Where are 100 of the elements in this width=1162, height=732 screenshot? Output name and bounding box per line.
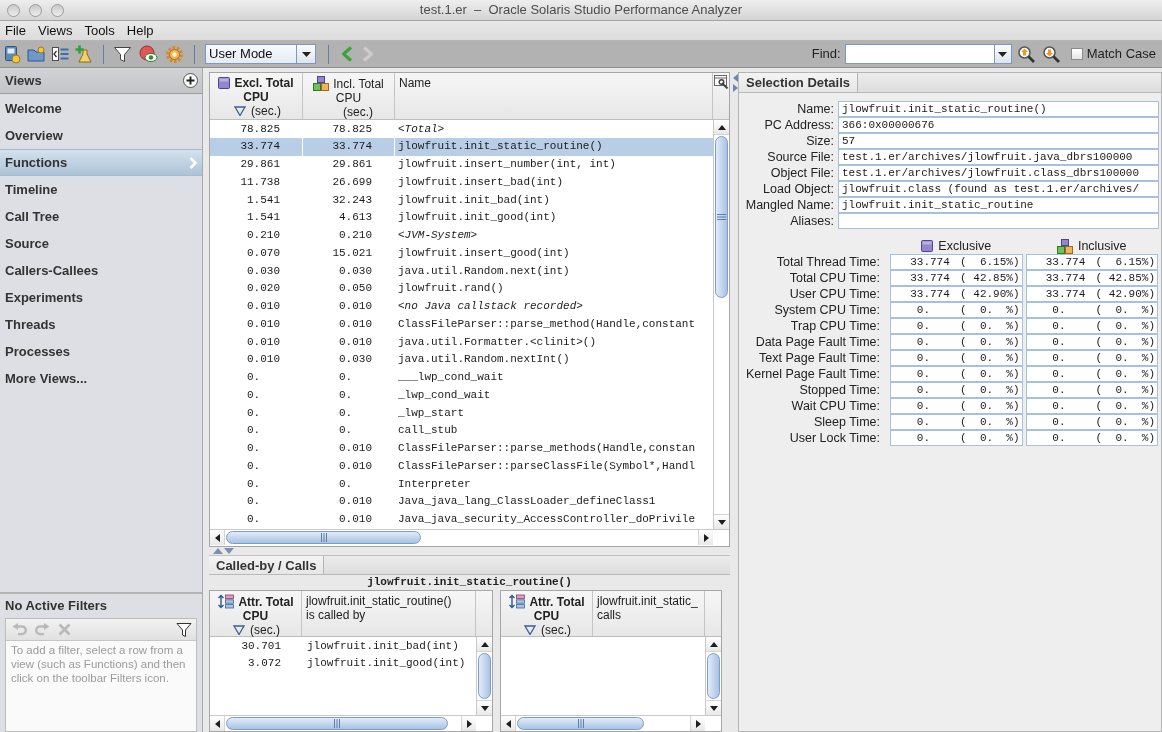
- scrollbar-thumb[interactable]: [715, 136, 728, 298]
- view-item[interactable]: Processes: [0, 338, 202, 365]
- scroll-right-button[interactable]: [698, 530, 713, 545]
- caller-row[interactable]: 3.072 jlowfruit.init_good(int): [210, 654, 476, 673]
- view-item[interactable]: Welcome: [0, 95, 202, 122]
- caller-row[interactable]: 30.701 jlowfruit.init_bad(int): [210, 637, 476, 655]
- detail-field[interactable]: jlowfruit.class (found as test.1.er/archives/: [838, 181, 1159, 197]
- column-header[interactable]: jlowfruit.init_static_ calls: [593, 591, 705, 636]
- table-cell: 0.010: [210, 333, 303, 351]
- menu-item[interactable]: Tools: [80, 21, 119, 40]
- table-cell-text: ClassFileParser::parseClassFile(Symbol*,Handl: [397, 458, 697, 474]
- detail-field[interactable]: test.1.er/archives/jlowfruit.class_dbrs100000: [838, 165, 1159, 181]
- metric-value: 0.: [916, 382, 930, 398]
- view-item[interactable]: Call Tree: [0, 203, 202, 230]
- horizontal-scrollbar[interactable]: [210, 530, 713, 545]
- table-cell: 0.: [210, 510, 303, 529]
- scroll-left-button[interactable]: [210, 530, 225, 545]
- caret-right-icon: [703, 533, 709, 542]
- menu-item[interactable]: Views: [33, 21, 77, 40]
- scroll-right-button[interactable]: [690, 716, 705, 731]
- field-label: Object File:: [770, 165, 834, 181]
- selected-function-title: jlowfruit.init_static_routine(): [367, 575, 572, 591]
- table-cell-text: jlowfruit.init_static_routine(): [397, 139, 604, 155]
- add-icon[interactable]: [183, 73, 198, 88]
- panel-tab[interactable]: Called-by / Calls: [209, 556, 325, 574]
- view-item[interactable]: Experiments: [0, 284, 202, 311]
- column-header[interactable]: Name: [395, 73, 713, 119]
- detail-field[interactable]: [838, 213, 1159, 229]
- table-cell: 0.030: [303, 262, 395, 280]
- view-item[interactable]: Overview: [0, 122, 202, 149]
- table-cell: 0.: [210, 421, 303, 440]
- view-item[interactable]: Callers-Callees: [0, 257, 202, 284]
- horizontal-scrollbar[interactable]: [210, 716, 476, 731]
- scroll-down-button[interactable]: [477, 700, 492, 715]
- detail-field[interactable]: test.1.er/archives/jlowfruit.java_dbrs100000: [838, 149, 1159, 165]
- disc-eye-icon[interactable]: [139, 44, 158, 64]
- detail-field[interactable]: jlowfruit.init_static_routine: [838, 197, 1159, 213]
- vertical-scrollbar[interactable]: [705, 637, 721, 715]
- match-case-checkbox[interactable]: [1070, 48, 1083, 60]
- metric-share: ( 42.85%): [960, 270, 1020, 286]
- vertical-scrollbar[interactable]: [476, 637, 492, 715]
- scroll-down-button[interactable]: [706, 700, 721, 715]
- view-item[interactable]: More Views...: [0, 365, 202, 392]
- view-item[interactable]: Threads: [0, 311, 202, 338]
- scrollbar-thumb[interactable]: [707, 653, 720, 699]
- table-cell-text: <Total>: [397, 121, 446, 137]
- split-list-icon[interactable]: [51, 44, 70, 64]
- filter-icon[interactable]: [176, 621, 192, 638]
- column-header[interactable]: Attr. Total CPU (sec.): [210, 591, 302, 636]
- detail-field[interactable]: jlowfruit.init_static_routine(): [838, 101, 1159, 117]
- window-zoom-icon[interactable]: [51, 3, 64, 17]
- table-cell: 0.010: [303, 492, 395, 511]
- view-item[interactable]: Timeline: [0, 176, 202, 203]
- scroll-left-button[interactable]: [210, 716, 225, 731]
- view-mode-select[interactable]: User Mode: [205, 44, 316, 64]
- column-header[interactable]: Attr. Total CPU (sec.): [501, 591, 593, 636]
- metric-share: ( 42.90%): [1095, 286, 1155, 302]
- scrollbar-thumb[interactable]: [226, 717, 448, 730]
- menu-item[interactable]: Help: [122, 21, 158, 40]
- window-close-icon[interactable]: [7, 3, 20, 17]
- scrollbar-thumb[interactable]: [478, 653, 491, 699]
- metric-share: ( 6.15%): [1095, 254, 1155, 270]
- find-previous-icon[interactable]: [1016, 44, 1036, 64]
- window-magnifier-icon[interactable]: [713, 75, 729, 89]
- flask-plus-icon[interactable]: [75, 44, 94, 64]
- filter-icon[interactable]: [113, 44, 132, 64]
- menu-item[interactable]: File: [1, 21, 30, 40]
- table-cell: 32.243: [303, 191, 395, 209]
- column-header[interactable]: jlowfruit.init_static_routine() is called by: [302, 591, 476, 636]
- metric-share: ( 0. %): [960, 302, 1020, 318]
- vertical-scrollbar[interactable]: [713, 120, 729, 529]
- detail-field[interactable]: 366:0x00000676: [838, 117, 1159, 133]
- scroll-right-button[interactable]: [461, 716, 476, 731]
- metric-value: 0.: [1052, 398, 1066, 414]
- grip-icon: [334, 719, 340, 728]
- table-cell: 0.: [210, 404, 303, 422]
- scroll-up-button[interactable]: [477, 637, 492, 652]
- column-header[interactable]: Excl. Total CPU (sec.): [210, 73, 303, 119]
- detail-field[interactable]: 57: [838, 133, 1159, 149]
- table-cell: 0.: [303, 475, 395, 493]
- view-item[interactable]: Functions: [0, 149, 202, 176]
- table-cell: 78.825: [303, 120, 395, 138]
- find-next-icon[interactable]: [1041, 44, 1061, 64]
- table-cell-text: 3.072: [247, 656, 282, 672]
- metric-column-label: Exclusive: [938, 237, 992, 255]
- scrollbar-thumb[interactable]: [226, 531, 421, 544]
- horizontal-scrollbar[interactable]: [501, 716, 705, 731]
- scroll-down-button[interactable]: [714, 514, 729, 529]
- window-minimize-icon[interactable]: [29, 3, 42, 17]
- settings-icon[interactable]: [165, 44, 184, 64]
- table-cell: 0.030: [210, 262, 303, 280]
- scroll-left-button[interactable]: [501, 716, 516, 731]
- panel-tab[interactable]: Selection Details: [739, 73, 859, 92]
- document-icon[interactable]: [3, 44, 22, 64]
- scroll-up-button[interactable]: [714, 120, 729, 135]
- folder-icon[interactable]: [27, 44, 46, 64]
- column-header[interactable]: Incl. Total CPU (sec.): [303, 73, 395, 119]
- scrollbar-thumb[interactable]: [517, 717, 644, 730]
- view-item[interactable]: Source: [0, 230, 202, 257]
- scroll-up-button[interactable]: [706, 637, 721, 652]
